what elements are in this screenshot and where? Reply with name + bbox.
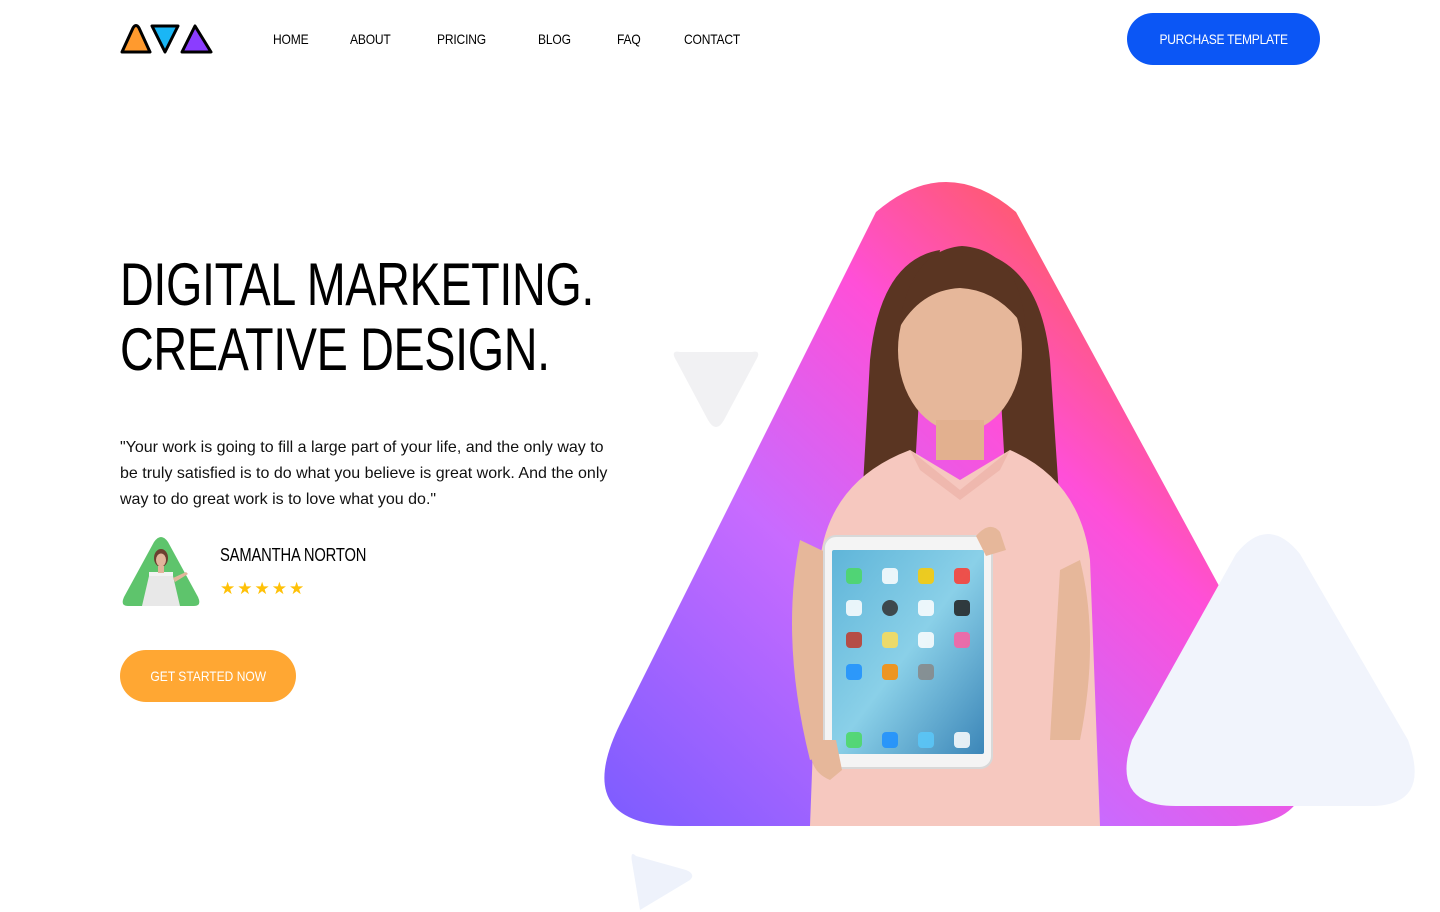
testimonial-quote: "Your work is going to fill a large part…	[120, 439, 608, 508]
brand-logo[interactable]	[119, 20, 215, 56]
get-started-label: GET STARTED NOW	[150, 668, 266, 684]
decor-triangle-top	[673, 351, 759, 427]
star-icon: ★	[271, 579, 287, 598]
nav-about[interactable]: ABOUT	[350, 30, 391, 48]
headline-line-2: CREATIVE DESIGN.	[120, 316, 550, 383]
author-name: SAMANTHA NORTON	[220, 545, 367, 565]
star-icon: ★	[289, 579, 305, 598]
star-icon: ★	[220, 579, 236, 598]
nav-faq[interactable]: FAQ	[617, 30, 641, 48]
nav-contact[interactable]: CONTACT	[684, 30, 740, 48]
nav-home[interactable]: HOME	[273, 30, 309, 48]
rating-stars: ★ ★ ★ ★ ★	[220, 579, 304, 599]
main-nav: HOME ABOUT PRICING BLOG FAQ CONTACT	[273, 30, 789, 48]
decor-triangle-bottom	[631, 854, 693, 910]
star-icon: ★	[237, 579, 253, 598]
headline-line-1: DIGITAL MARKETING.	[120, 251, 595, 318]
hero-headline: DIGITAL MARKETING. CREATIVE DESIGN.	[120, 252, 640, 382]
get-started-button[interactable]: GET STARTED NOW	[120, 650, 296, 702]
star-icon: ★	[254, 579, 270, 598]
purchase-template-label: PURCHASE TEMPLATE	[1159, 31, 1288, 47]
purchase-template-button[interactable]: PURCHASE TEMPLATE	[1127, 13, 1320, 65]
nav-blog[interactable]: BLOG	[538, 30, 571, 48]
hero-illustration	[604, 182, 1415, 910]
tablet-device	[810, 526, 1006, 780]
nav-pricing[interactable]: PRICING	[437, 30, 486, 48]
author-avatar	[122, 537, 200, 606]
